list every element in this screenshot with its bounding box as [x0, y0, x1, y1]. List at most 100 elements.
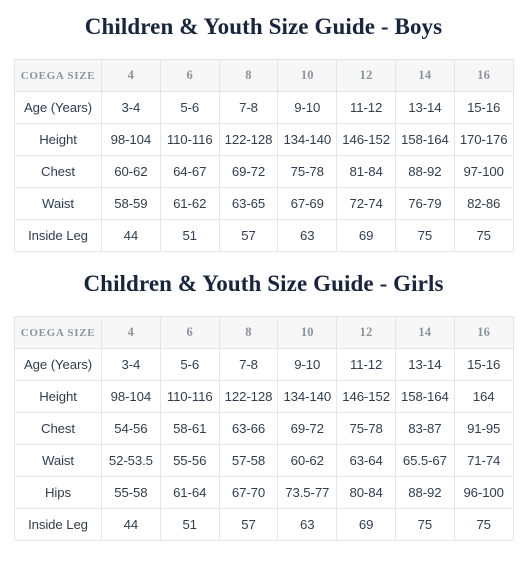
- cell: 110-116: [159, 123, 220, 156]
- cell: 110-116: [159, 380, 220, 413]
- cell: 67-69: [277, 187, 338, 220]
- cell: 52-53.5: [101, 444, 161, 477]
- cell: 63: [277, 219, 338, 252]
- row-label-height: Height: [14, 123, 102, 156]
- row-label-hips: Hips: [14, 476, 102, 509]
- cell: 75: [453, 219, 514, 252]
- cell: 64-67: [159, 155, 220, 188]
- cell: 15-16: [453, 91, 514, 124]
- page-title-girls: Children & Youth Size Guide - Girls: [83, 271, 444, 296]
- size-guide-section-boys: Children & Youth Size Guide - Boys COEGA…: [0, 0, 527, 252]
- cell: 91-95: [453, 412, 514, 445]
- row-label-waist: Waist: [14, 187, 102, 220]
- cell: 5-6: [159, 348, 220, 381]
- cell: 122-128: [218, 123, 279, 156]
- cell: 146-152: [336, 380, 396, 413]
- size-table-boys: COEGA SIZE 4 6 8 10 12 14 16 Age (Years)…: [14, 59, 514, 252]
- column-header-size-6: 6: [159, 59, 220, 92]
- column-header-size-10: 10: [277, 316, 338, 349]
- size-table-body-boys: Age (Years) 3-4 5-6 7-8 9-10 11-12 13-14…: [14, 91, 514, 252]
- cell: 55-58: [101, 476, 161, 509]
- cell: 158-164: [394, 380, 455, 413]
- size-guide-page: Children & Youth Size Guide - Boys COEGA…: [0, 0, 527, 565]
- column-header-size-16: 16: [453, 316, 514, 349]
- cell: 60-62: [101, 155, 161, 188]
- column-header-size-14: 14: [394, 59, 455, 92]
- column-header-coega-size: COEGA SIZE: [14, 59, 102, 92]
- cell: 82-86: [453, 187, 514, 220]
- cell: 81-84: [336, 155, 396, 188]
- cell: 69-72: [277, 412, 338, 445]
- cell: 7-8: [218, 91, 279, 124]
- cell: 170-176: [453, 123, 514, 156]
- cell: 97-100: [453, 155, 514, 188]
- column-header-size-12: 12: [336, 316, 396, 349]
- column-header-size-4: 4: [101, 316, 161, 349]
- cell: 51: [159, 219, 220, 252]
- cell: 7-8: [218, 348, 279, 381]
- cell: 158-164: [394, 123, 455, 156]
- cell: 164: [453, 380, 514, 413]
- cell: 80-84: [336, 476, 396, 509]
- cell: 60-62: [277, 444, 338, 477]
- cell: 9-10: [277, 91, 338, 124]
- table-row: Height 98-104 110-116 122-128 134-140 14…: [14, 123, 514, 156]
- cell: 146-152: [336, 123, 396, 156]
- table-header-row: COEGA SIZE 4 6 8 10 12 14 16: [14, 316, 514, 349]
- column-header-size-8: 8: [218, 316, 279, 349]
- column-header-size-6: 6: [159, 316, 220, 349]
- size-table-body-girls: Age (Years) 3-4 5-6 7-8 9-10 11-12 13-14…: [14, 348, 514, 541]
- cell: 73.5-77: [277, 476, 338, 509]
- cell: 57: [218, 508, 279, 541]
- table-row: Chest 54-56 58-61 63-66 69-72 75-78 83-8…: [14, 412, 514, 445]
- column-header-size-10: 10: [277, 59, 338, 92]
- row-label-age-years: Age (Years): [14, 91, 102, 124]
- row-label-age-years: Age (Years): [14, 348, 102, 381]
- cell: 63-64: [336, 444, 396, 477]
- cell: 122-128: [218, 380, 279, 413]
- cell: 58-59: [101, 187, 161, 220]
- table-row: Hips 55-58 61-64 67-70 73.5-77 80-84 88-…: [14, 476, 514, 509]
- cell: 83-87: [394, 412, 455, 445]
- row-label-inside-leg: Inside Leg: [14, 508, 102, 541]
- cell: 69: [336, 508, 396, 541]
- size-table-head-boys: COEGA SIZE 4 6 8 10 12 14 16: [14, 59, 514, 92]
- cell: 54-56: [101, 412, 161, 445]
- cell: 75: [394, 508, 455, 541]
- table-row: Height 98-104 110-116 122-128 134-140 14…: [14, 380, 514, 413]
- column-header-size-12: 12: [336, 59, 396, 92]
- table-row: Chest 60-62 64-67 69-72 75-78 81-84 88-9…: [14, 155, 514, 188]
- cell: 134-140: [277, 123, 338, 156]
- cell: 13-14: [394, 348, 455, 381]
- cell: 3-4: [101, 348, 161, 381]
- table-row: Inside Leg 44 51 57 63 69 75 75: [14, 219, 514, 252]
- cell: 75: [453, 508, 514, 541]
- cell: 61-62: [159, 187, 220, 220]
- cell: 75-78: [277, 155, 338, 188]
- table-row: Age (Years) 3-4 5-6 7-8 9-10 11-12 13-14…: [14, 348, 514, 381]
- cell: 11-12: [336, 348, 396, 381]
- table-row: Age (Years) 3-4 5-6 7-8 9-10 11-12 13-14…: [14, 91, 514, 124]
- column-header-size-8: 8: [218, 59, 279, 92]
- cell: 98-104: [101, 123, 161, 156]
- column-header-coega-size: COEGA SIZE: [14, 316, 102, 349]
- row-label-inside-leg: Inside Leg: [14, 219, 102, 252]
- cell: 75: [394, 219, 455, 252]
- cell: 57: [218, 219, 279, 252]
- cell: 13-14: [394, 91, 455, 124]
- cell: 69-72: [218, 155, 279, 188]
- cell: 15-16: [453, 348, 514, 381]
- cell: 63: [277, 508, 338, 541]
- table-row: Inside Leg 44 51 57 63 69 75 75: [14, 508, 514, 541]
- row-label-chest: Chest: [14, 412, 102, 445]
- cell: 134-140: [277, 380, 338, 413]
- cell: 88-92: [394, 155, 455, 188]
- size-table-girls: COEGA SIZE 4 6 8 10 12 14 16 Age (Years)…: [14, 316, 514, 541]
- cell: 75-78: [336, 412, 396, 445]
- size-table-head-girls: COEGA SIZE 4 6 8 10 12 14 16: [14, 316, 514, 349]
- cell: 55-56: [159, 444, 220, 477]
- cell: 5-6: [159, 91, 220, 124]
- column-header-size-16: 16: [453, 59, 514, 92]
- cell: 44: [101, 219, 161, 252]
- cell: 63-66: [218, 412, 279, 445]
